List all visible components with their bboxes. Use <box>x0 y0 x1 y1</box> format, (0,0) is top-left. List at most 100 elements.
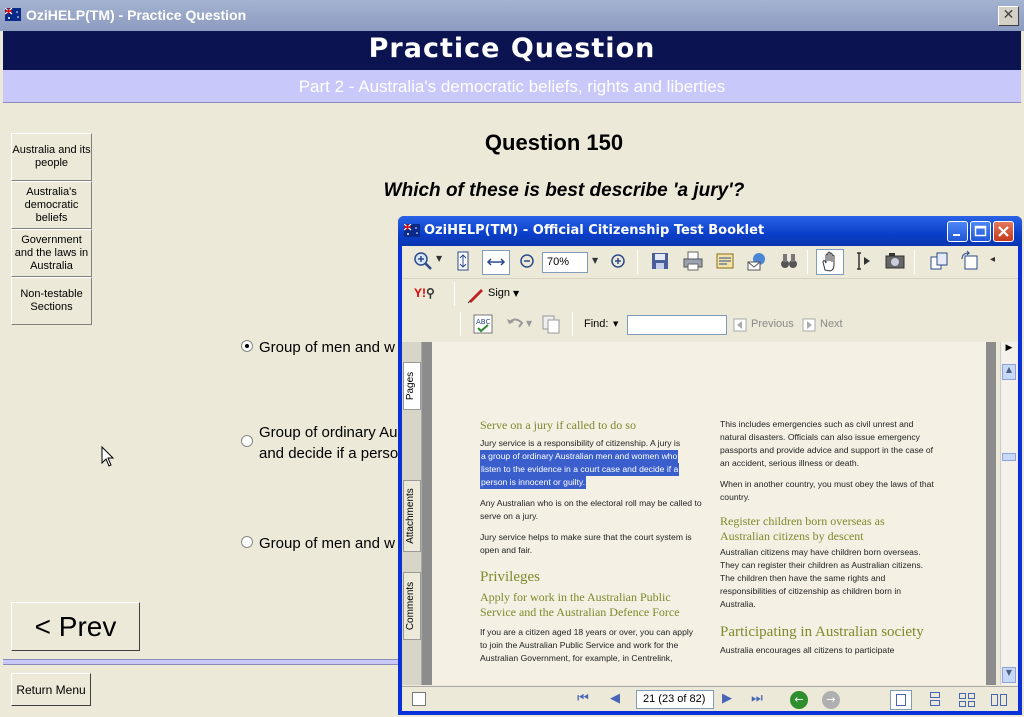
doc-heading-participating: Participating in Australian society <box>720 624 924 640</box>
australian-flag-icon <box>404 224 420 237</box>
binoculars-search-icon[interactable] <box>778 250 800 272</box>
window-close-button[interactable]: ✕ <box>998 6 1019 26</box>
text-select-icon[interactable] <box>852 250 874 272</box>
sidebar-item-australia-and-its-people[interactable]: Australia and its people <box>11 133 92 181</box>
doc-paragraph: Jury service is a responsibility of citi… <box>480 438 681 448</box>
window-title: OziHELP(TM) - Practice Question <box>26 7 247 23</box>
page-subtitle: Part 2 - Australia's democratic beliefs,… <box>298 77 726 96</box>
previous-page-icon[interactable]: ◀ <box>606 690 624 708</box>
previous-label: Previous <box>751 318 794 330</box>
sign-dropdown-icon[interactable]: ▼ <box>513 289 519 298</box>
email-globe-icon[interactable] <box>746 250 768 272</box>
find-previous-button[interactable]: Previous <box>732 314 798 336</box>
rotate-view-icon[interactable] <box>928 250 950 272</box>
zoom-out-icon[interactable] <box>516 250 538 272</box>
vertical-scrollbar[interactable]: ▶ ▲ ▼ <box>1000 342 1017 685</box>
pen-sign-icon <box>467 289 483 304</box>
tab-attachments[interactable]: Attachments <box>403 480 421 552</box>
first-page-icon[interactable]: ⏮ <box>574 690 592 708</box>
spell-check-icon[interactable]: ABC <box>472 313 494 335</box>
option-3-label[interactable]: Group of men and w <box>259 535 395 552</box>
document-viewport[interactable]: Serve on a jury if called to do so Jury … <box>422 342 996 685</box>
sign-button[interactable]: Sign ▼ <box>464 283 524 305</box>
snapshot-icon[interactable] <box>884 250 906 272</box>
booklet-window[interactable]: OziHELP(TM) - Official Citizenship Test … <box>398 216 1022 715</box>
zoom-tool-icon[interactable] <box>412 250 434 272</box>
doc-paragraph: If you are a citizen aged 18 years or ov… <box>480 627 694 663</box>
find-label: Find: <box>584 318 609 330</box>
option-1-radio[interactable] <box>241 340 253 352</box>
maximize-icon <box>974 225 987 237</box>
toolbar-separator <box>807 250 808 274</box>
save-icon[interactable] <box>649 250 671 272</box>
svg-text:ABC: ABC <box>476 318 490 326</box>
doc-paragraph: This includes emergencies such as civil … <box>720 419 934 468</box>
booklet-close-button[interactable] <box>993 221 1014 242</box>
single-page-view-icon[interactable] <box>890 690 912 710</box>
page-title: Practice Question <box>368 33 656 64</box>
option-2-radio[interactable] <box>241 435 253 447</box>
next-page-icon[interactable]: ▶ <box>718 690 736 708</box>
main-title-bar[interactable]: OziHELP(TM) - Practice Question ✕ <box>0 0 1024 31</box>
zoom-level-input[interactable]: 70% <box>542 252 588 273</box>
continuous-facing-view-icon[interactable] <box>988 690 1010 710</box>
zoom-dropdown-icon[interactable]: ▼ <box>592 256 598 265</box>
scroll-up-arrow-icon[interactable]: ▲ <box>1002 364 1016 380</box>
header-bar: Practice Question <box>3 31 1021 70</box>
toolbar-separator <box>460 312 461 336</box>
sidebar-item-non-testable-sections[interactable]: Non-testable Sections <box>11 277 92 325</box>
chevron-down-icon[interactable]: ▼ <box>436 254 442 263</box>
australian-flag-icon <box>5 8 21 21</box>
mouse-cursor-icon <box>101 446 115 467</box>
rotate-page-icon[interactable] <box>959 250 981 272</box>
doc-heading-register-children: Register children born overseas as Austr… <box>720 514 885 543</box>
next-label: Next <box>820 318 843 330</box>
undo-icon[interactable] <box>504 313 526 335</box>
sidebar-item-government-and-laws[interactable]: Government and the laws in Australia <box>11 229 92 277</box>
scroll-right-arrow-icon[interactable]: ▶ <box>1002 343 1016 359</box>
organizer-icon[interactable] <box>714 250 736 272</box>
find-next-button[interactable]: Next <box>801 314 851 336</box>
last-page-icon[interactable]: ⏭ <box>748 690 766 708</box>
scroll-down-arrow-icon[interactable]: ▼ <box>1002 667 1016 683</box>
scroll-thumb[interactable] <box>1002 453 1016 461</box>
print-icon[interactable] <box>682 250 704 272</box>
fit-width-icon[interactable] <box>482 250 510 275</box>
booklet-title-bar[interactable]: OziHELP(TM) - Official Citizenship Test … <box>398 216 1022 246</box>
option-2-label-line1[interactable]: Group of ordinary Au <box>259 424 397 441</box>
maximize-button[interactable] <box>970 221 991 242</box>
yahoo-toolbar-icon[interactable]: Y!⚲ <box>414 286 435 300</box>
minimize-button[interactable] <box>947 221 968 242</box>
go-forward-icon[interactable]: → <box>822 691 840 709</box>
find-input[interactable] <box>627 315 727 335</box>
sidebar-item-democratic-beliefs[interactable]: Australia's democratic beliefs <box>11 181 92 229</box>
continuous-view-icon[interactable] <box>924 690 946 710</box>
toolbar-overflow-icon[interactable]: ◂ <box>990 254 995 265</box>
question-text: Which of these is best describe 'a jury'… <box>383 180 745 201</box>
zoom-in-icon[interactable] <box>607 250 629 272</box>
prev-button[interactable]: < Prev <box>11 602 140 651</box>
page-options-icon[interactable] <box>412 692 426 706</box>
doc-heading-serve-jury: Serve on a jury if called to do so <box>480 418 636 432</box>
tab-attachments-label: Attachments <box>405 488 416 544</box>
doc-paragraph: Australia encourages all citizens to par… <box>720 645 895 655</box>
find-dropdown-icon[interactable]: ▼ <box>613 320 618 328</box>
tab-comments[interactable]: Comments <box>403 572 421 640</box>
go-back-icon[interactable]: ← <box>790 691 808 709</box>
doc-heading-privileges: Privileges <box>480 569 540 585</box>
undo-dropdown-icon[interactable]: ▼ <box>526 319 532 328</box>
copy-icon[interactable] <box>540 313 562 335</box>
return-menu-button[interactable]: Return Menu <box>11 673 91 706</box>
doc-highlighted-text[interactable]: a group of ordinary Australian men and w… <box>480 450 702 489</box>
booklet-body: ▼ 70% ▼ ◂ Y!⚲ Sign ▼ ABC ▼ Find: ▼ Previ… <box>402 246 1018 711</box>
hand-tool-icon[interactable] <box>816 249 844 275</box>
option-3-radio[interactable] <box>241 536 253 548</box>
option-2-label-line2[interactable]: and decide if a perso <box>259 445 398 462</box>
close-icon <box>998 226 1009 237</box>
facing-view-icon[interactable] <box>956 690 978 710</box>
option-1-label[interactable]: Group of men and w <box>259 339 395 356</box>
tab-pages[interactable]: Pages <box>403 362 421 410</box>
document-page[interactable]: Serve on a jury if called to do so Jury … <box>432 342 986 685</box>
page-number-input[interactable]: 21 (23 of 82) <box>636 690 714 709</box>
fit-page-icon[interactable] <box>452 250 474 272</box>
